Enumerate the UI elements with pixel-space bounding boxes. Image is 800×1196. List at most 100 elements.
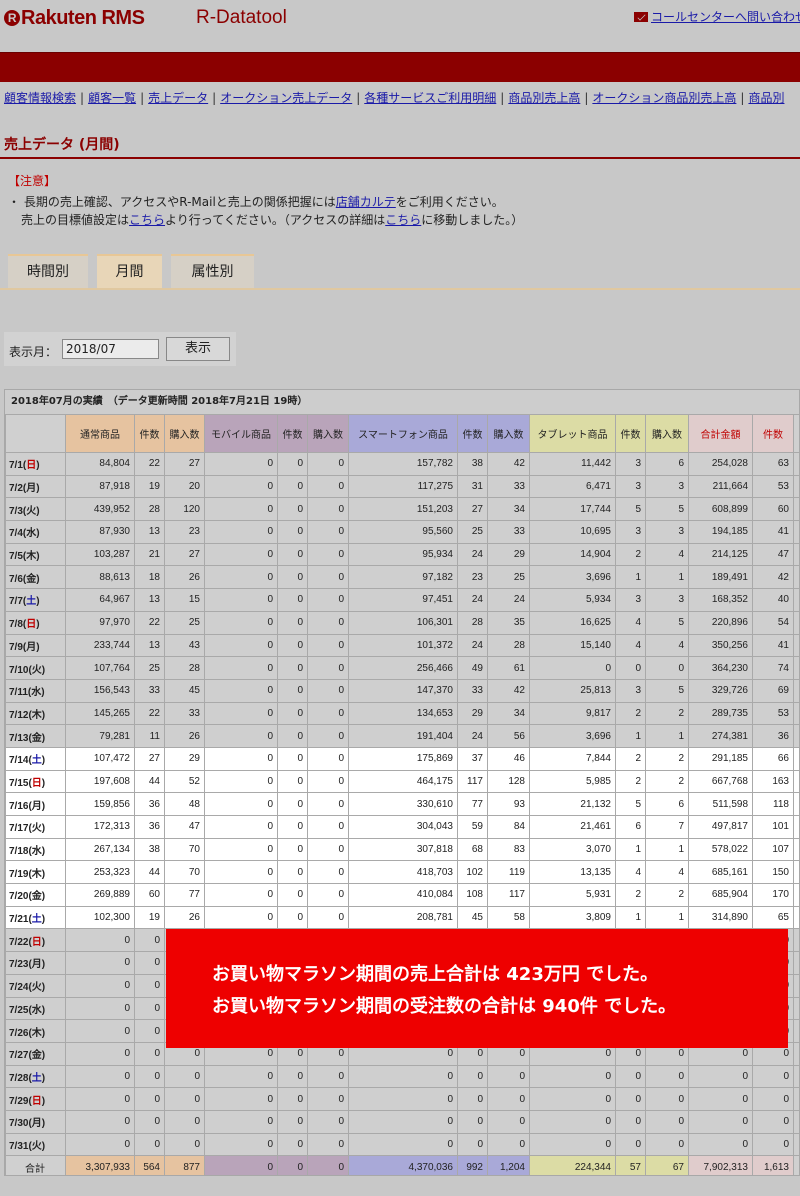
nav-link-auction-sales[interactable]: オークション売上データ bbox=[220, 91, 352, 105]
table-cell: 0 bbox=[277, 883, 308, 907]
date-text: 7/23( bbox=[9, 959, 32, 971]
weekday-text: 火 bbox=[31, 664, 42, 676]
nav-link-product-sales[interactable]: 商品別売上高 bbox=[508, 91, 580, 105]
table-cell: 497,817 bbox=[688, 815, 753, 839]
date-text: 7/15( bbox=[9, 777, 32, 789]
table-cell: 101 bbox=[752, 815, 794, 839]
date-paren: ) bbox=[41, 1027, 46, 1039]
table-cell: 0 bbox=[688, 1064, 753, 1089]
overflow-cell bbox=[793, 928, 799, 953]
table-cell: 15,140 bbox=[529, 633, 616, 658]
table-cell: 21,461 bbox=[529, 815, 616, 839]
table-cell: 47 bbox=[164, 815, 205, 839]
table-cell: 0 bbox=[529, 1064, 616, 1089]
nav-link-auction-product-sales[interactable]: オークション商品別売上高 bbox=[592, 91, 736, 105]
nav-separator: | bbox=[212, 91, 217, 105]
table-cell: 33 bbox=[487, 474, 530, 499]
column-header: 件数 bbox=[134, 414, 165, 453]
table-cell: 45 bbox=[164, 678, 205, 703]
nav-link-product-more[interactable]: 商品別 bbox=[748, 91, 784, 105]
date-text: 7/13( bbox=[9, 732, 32, 744]
table-row: 7/31(火) 0 0 0 0 0 0 0 0 0 0 0 0 0 0 bbox=[5, 1132, 799, 1157]
nav-link-service-statement[interactable]: 各種サービスご利用明細 bbox=[364, 91, 496, 105]
overflow-cell bbox=[793, 792, 799, 816]
table-cell: 0 bbox=[529, 1087, 616, 1111]
table-cell: 128 bbox=[487, 769, 530, 794]
table-cell: 58 bbox=[487, 905, 530, 930]
target-setting-link[interactable]: こちら bbox=[129, 213, 165, 227]
table-cell: 33 bbox=[164, 701, 205, 726]
table-cell: 3,809 bbox=[529, 905, 616, 930]
display-month-input[interactable]: 2018/07 bbox=[62, 339, 159, 359]
table-cell: 18 bbox=[134, 565, 165, 590]
total-cell: 564 bbox=[134, 1155, 165, 1175]
month-filter: 表示月： 2018/07 表示 bbox=[4, 332, 236, 366]
table-cell: 0 bbox=[307, 542, 349, 567]
table-cell: 107 bbox=[752, 837, 794, 862]
rakuten-rms-logo[interactable]: R Rakuten RMS bbox=[4, 7, 145, 30]
weekday-text: 土 bbox=[31, 755, 42, 767]
table-cell: 151,203 bbox=[348, 497, 458, 522]
row-date: 7/13(金) bbox=[5, 724, 66, 748]
table-cell: 0 bbox=[307, 588, 349, 612]
overflow-cell bbox=[793, 746, 799, 771]
row-date: 7/15(日) bbox=[5, 769, 66, 794]
weekday-text: 木 bbox=[31, 1027, 42, 1039]
table-cell: 63 bbox=[752, 452, 794, 476]
weekday-text: 金 bbox=[31, 891, 42, 903]
weekday-text: 水 bbox=[31, 846, 42, 858]
table-row: 7/7(土) 64,967 13 15 0 0 0 97,451 24 24 5,934 3 3 168,… bbox=[5, 588, 799, 612]
table-cell: 16,625 bbox=[529, 610, 616, 635]
table-cell: 0 bbox=[134, 951, 165, 975]
overflow-cell bbox=[793, 905, 799, 930]
table-cell: 3 bbox=[645, 520, 689, 544]
table-row: 7/14(土) 107,472 27 29 0 0 0 175,869 37 46 7,844 2 2 2… bbox=[5, 746, 799, 771]
overflow-cell bbox=[793, 520, 799, 544]
table-cell: 0 bbox=[615, 656, 646, 680]
display-button[interactable]: 表示 bbox=[166, 337, 230, 361]
table-cell: 0 bbox=[204, 678, 278, 703]
date-text: 7/7( bbox=[9, 596, 27, 608]
overflow-cell bbox=[793, 769, 799, 794]
table-row: 7/5(木) 103,287 21 27 0 0 0 95,934 24 29 14,904 2 4 21… bbox=[5, 542, 799, 567]
row-date: 7/19(木) bbox=[5, 860, 66, 885]
table-cell: 254,028 bbox=[688, 452, 753, 476]
table-cell: 22 bbox=[134, 452, 165, 476]
table-cell: 0 bbox=[65, 1132, 135, 1157]
table-cell: 11 bbox=[134, 724, 165, 748]
table-cell: 84,804 bbox=[65, 452, 135, 476]
tab-hourly[interactable]: 時間別 bbox=[8, 254, 88, 288]
table-cell: 304,043 bbox=[348, 815, 458, 839]
nav-link-sales-data[interactable]: 売上データ bbox=[148, 91, 208, 105]
tab-attribute[interactable]: 属性別 bbox=[171, 254, 254, 288]
row-date: 7/5(木) bbox=[5, 542, 66, 567]
tab-monthly[interactable]: 月間 bbox=[97, 254, 162, 288]
row-date: 7/8(日) bbox=[5, 610, 66, 635]
table-cell: 36 bbox=[752, 724, 794, 748]
table-cell: 27 bbox=[134, 746, 165, 771]
sales-table: 通常商品 件数 購入数 モバイル商品 件数 購入数 スマートフォン商品 件数 購入数 タブレット商… bbox=[5, 414, 799, 1175]
table-cell: 53 bbox=[752, 474, 794, 499]
table-cell: 2 bbox=[645, 883, 689, 907]
table-cell: 52 bbox=[164, 769, 205, 794]
store-karte-link[interactable]: 店舗カルテ bbox=[336, 195, 396, 209]
table-cell: 0 bbox=[307, 633, 349, 658]
nav-link-customer-search[interactable]: 顧客情報検索 bbox=[4, 91, 76, 105]
date-text: 7/14( bbox=[9, 755, 32, 767]
overflow-cell bbox=[793, 565, 799, 590]
weekday-text: 火 bbox=[31, 982, 42, 994]
table-cell: 0 bbox=[134, 1064, 165, 1089]
table-cell: 26 bbox=[164, 905, 205, 930]
callcenter-link[interactable]: コールセンターへ問い合わせ bbox=[634, 8, 800, 25]
table-cell: 0 bbox=[134, 996, 165, 1021]
access-detail-link[interactable]: こちら bbox=[385, 213, 421, 227]
total-cell: 0 bbox=[204, 1155, 278, 1175]
table-cell: 134,653 bbox=[348, 701, 458, 726]
date-paren: ) bbox=[41, 1095, 46, 1107]
table-cell: 29 bbox=[164, 746, 205, 771]
table-cell: 46 bbox=[487, 746, 530, 771]
nav-link-customer-list[interactable]: 顧客一覧 bbox=[88, 91, 136, 105]
date-paren: ) bbox=[36, 641, 40, 653]
table-cell: 70 bbox=[164, 860, 205, 885]
row-date: 7/4(水) bbox=[5, 520, 66, 544]
